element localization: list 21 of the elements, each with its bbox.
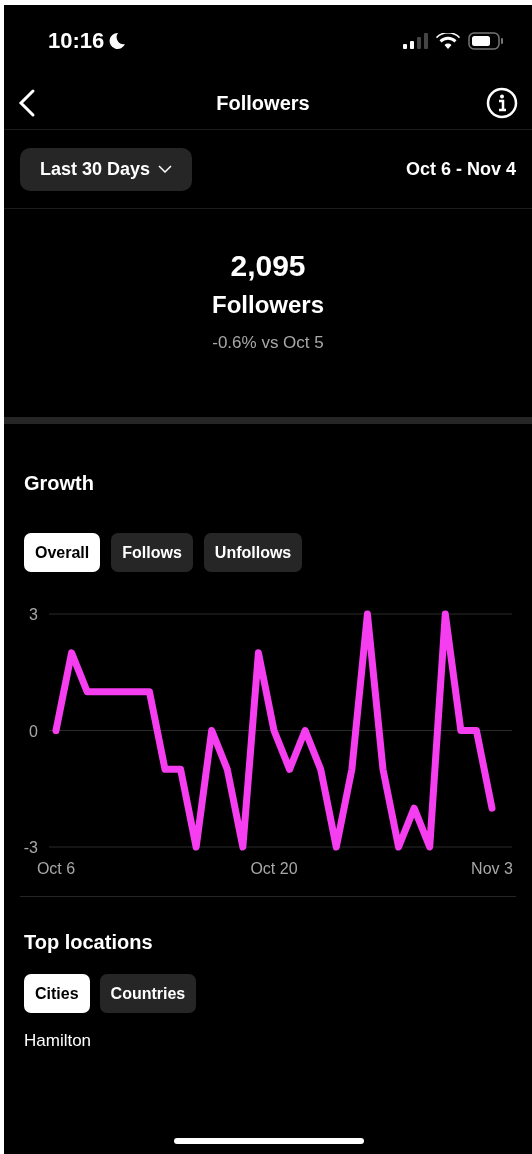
filter-tab[interactable]: Unfollows <box>203 533 303 572</box>
date-range-text: Oct 6 - Nov 4 <box>405 158 516 180</box>
axis-label: -3 <box>23 839 38 856</box>
axis-label: Oct 6 <box>36 860 76 874</box>
status-time: 10:16 <box>48 28 105 54</box>
axis-label: 3 <box>29 606 38 623</box>
page-title: Followers <box>216 91 310 115</box>
section-title: Top locations <box>24 931 154 954</box>
follower-label: Followers <box>212 291 324 319</box>
section-title: Growth <box>24 472 95 495</box>
axis-label: Oct 20 <box>250 860 298 874</box>
filter-tab[interactable]: Follows <box>111 533 193 572</box>
axis-label: Nov 3 <box>471 860 513 874</box>
change-text: -0.6% vs Oct 5 <box>212 333 324 353</box>
filter-tab[interactable]: Countries <box>99 974 197 1013</box>
filter-tab[interactable]: Overall <box>24 533 101 572</box>
axis-label: 0 <box>29 722 38 740</box>
location-name: Hamilton <box>24 1031 93 1051</box>
follower-count: 2,095 <box>230 249 306 283</box>
date-range-dropdown[interactable]: Last 30 Days <box>20 147 193 191</box>
filter-tab[interactable]: Cities <box>24 974 90 1013</box>
